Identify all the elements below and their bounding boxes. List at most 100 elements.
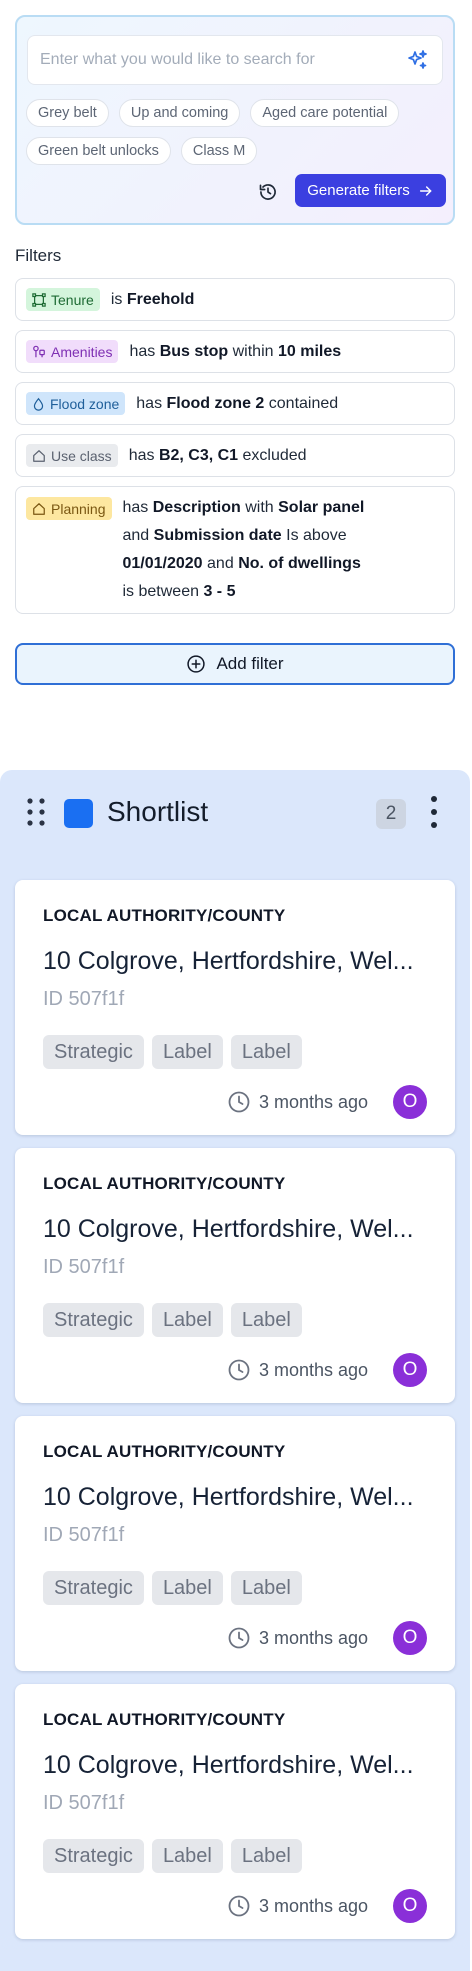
filter-value: Description: [152, 499, 241, 516]
card-label: Label: [230, 1839, 302, 1873]
filter-operator: has: [128, 446, 155, 464]
card-label: Strategic: [43, 1839, 144, 1873]
filter-operator: has: [129, 342, 156, 360]
card-address: 10 Colgrove, Hertfordshire, Wel...: [43, 1215, 414, 1243]
filter-operator: is between: [122, 583, 200, 600]
filter-description: has Bus stop within 10 miles: [129, 338, 341, 366]
card-labels: Strategic Label Label: [43, 1571, 302, 1605]
filter-operator: Is above: [286, 527, 347, 544]
shortlist-count-badge: 2: [376, 799, 406, 829]
filter-operator: with: [245, 499, 274, 516]
filter-operator: contained: [268, 394, 339, 412]
filter-tag-use-class: Use class: [26, 444, 118, 467]
card-local-authority: LOCAL AUTHORITY/COUNTY: [43, 1442, 286, 1461]
filter-value: Freehold: [126, 290, 195, 308]
filter-row-amenities[interactable]: Amenities has Bus stop within 10 miles: [15, 330, 455, 373]
search-box: [27, 35, 443, 85]
add-filter-label: Add filter: [216, 654, 284, 673]
card-time-label: 3 months ago: [259, 1091, 369, 1112]
filters-heading: Filters: [15, 246, 62, 265]
filter-description: has Flood zone 2 contained: [136, 390, 338, 418]
shortlist-card[interactable]: LOCAL AUTHORITY/COUNTY 10 Colgrove, Hert…: [15, 1148, 455, 1403]
suggestion-chip[interactable]: Green belt unlocks: [26, 137, 171, 165]
card-timestamp: 3 months ago: [227, 1894, 368, 1918]
card-id: ID 507f1f: [43, 1524, 125, 1546]
clock-icon: [228, 1359, 250, 1381]
filter-row-use-class[interactable]: Use class has B2, C3, C1 excluded: [15, 434, 455, 477]
filter-value: Bus stop: [159, 342, 229, 360]
shortlist-color-swatch: [64, 799, 93, 828]
avatar[interactable]: O: [393, 1889, 427, 1923]
card-local-authority: LOCAL AUTHORITY/COUNTY: [43, 1174, 286, 1193]
search-input[interactable]: [40, 51, 404, 69]
card-local-authority: LOCAL AUTHORITY/COUNTY: [43, 906, 286, 925]
generate-filters-button[interactable]: Generate filters: [295, 174, 446, 207]
filter-operator: is: [110, 290, 123, 308]
avatar[interactable]: O: [393, 1353, 427, 1387]
card-address: 10 Colgrove, Hertfordshire, Wel...: [43, 1483, 414, 1511]
history-icon[interactable]: [254, 178, 282, 206]
shortlist-header: Shortlist 2: [0, 770, 470, 850]
filter-tag-tenure: Tenure: [26, 288, 100, 311]
shortlist-card[interactable]: LOCAL AUTHORITY/COUNTY 10 Colgrove, Hert…: [15, 1684, 455, 1939]
filter-tag-label: Amenities: [51, 343, 113, 360]
card-address: 10 Colgrove, Hertfordshire, Wel...: [43, 947, 414, 975]
filter-tag-label: Use class: [51, 447, 112, 464]
drag-handle-icon[interactable]: [26, 797, 46, 827]
clock-icon: [228, 1091, 250, 1113]
suggestion-chip[interactable]: Aged care potential: [250, 99, 400, 127]
shortlist-card[interactable]: LOCAL AUTHORITY/COUNTY 10 Colgrove, Hert…: [15, 880, 455, 1135]
card-id: ID 507f1f: [43, 1256, 125, 1278]
card-timestamp: 3 months ago: [227, 1626, 368, 1650]
filter-operator: excluded: [242, 446, 307, 464]
filter-value: B2, C3, C1: [158, 446, 239, 464]
filter-operator: within: [232, 342, 274, 360]
filter-value: Submission date: [153, 527, 282, 544]
filter-value: Solar panel: [278, 499, 365, 516]
plus-circle-icon: [187, 655, 206, 673]
filter-value: 01/01/2020: [122, 555, 203, 572]
card-timestamp: 3 months ago: [227, 1090, 368, 1114]
filter-row-tenure[interactable]: Tenure is Freehold: [15, 278, 455, 321]
filter-tag-planning: Planning: [26, 497, 112, 520]
filter-description: is Freehold: [111, 286, 195, 314]
card-label: Label: [230, 1035, 302, 1069]
sparkle-icon[interactable]: [404, 47, 430, 73]
filter-value: 10 miles: [277, 342, 342, 360]
arrow-right-icon: [419, 185, 432, 196]
card-label: Strategic: [43, 1303, 144, 1337]
card-labels: Strategic Label Label: [43, 1303, 302, 1337]
card-time-label: 3 months ago: [259, 1359, 369, 1380]
card-label: Label: [230, 1571, 302, 1605]
filter-row-planning[interactable]: Planning has Description with Solar pane…: [15, 486, 455, 614]
more-vertical-icon[interactable]: [424, 792, 444, 832]
avatar[interactable]: O: [393, 1621, 427, 1655]
add-filter-button[interactable]: Add filter: [15, 643, 455, 685]
card-timestamp: 3 months ago: [227, 1358, 368, 1382]
filter-value: Flood zone 2: [166, 394, 265, 412]
suggestion-chips: Grey belt Up and coming Aged care potent…: [26, 99, 446, 165]
filter-operator: and: [207, 555, 234, 572]
home-icon: [33, 449, 45, 462]
shortlist-column: Shortlist 2 LOCAL AUTHORITY/COUNTY 10 Co…: [0, 770, 470, 1971]
filter-tag-label: Tenure: [51, 291, 94, 308]
avatar[interactable]: O: [393, 1085, 427, 1119]
card-local-authority: LOCAL AUTHORITY/COUNTY: [43, 1710, 286, 1729]
card-id: ID 507f1f: [43, 988, 125, 1010]
suggestion-chip[interactable]: Class M: [180, 137, 258, 165]
ai-search-panel: Grey belt Up and coming Aged care potent…: [15, 15, 455, 225]
suggestion-chip[interactable]: Grey belt: [26, 99, 109, 127]
card-label: Strategic: [43, 1571, 144, 1605]
shortlist-card[interactable]: LOCAL AUTHORITY/COUNTY 10 Colgrove, Hert…: [15, 1416, 455, 1671]
filter-tag-amenities: Amenities: [26, 340, 119, 363]
boundary-icon: [32, 292, 46, 307]
card-label: Label: [151, 1035, 223, 1069]
filter-row-flood-zone[interactable]: Flood zone has Flood zone 2 contained: [15, 382, 455, 425]
card-label: Label: [151, 1571, 223, 1605]
shortlist-title: Shortlist: [107, 796, 209, 827]
card-label: Label: [230, 1303, 302, 1337]
suggestion-chip[interactable]: Up and coming: [118, 99, 241, 127]
card-label: Label: [151, 1303, 223, 1337]
clock-icon: [228, 1627, 250, 1649]
card-address: 10 Colgrove, Hertfordshire, Wel...: [43, 1751, 414, 1779]
